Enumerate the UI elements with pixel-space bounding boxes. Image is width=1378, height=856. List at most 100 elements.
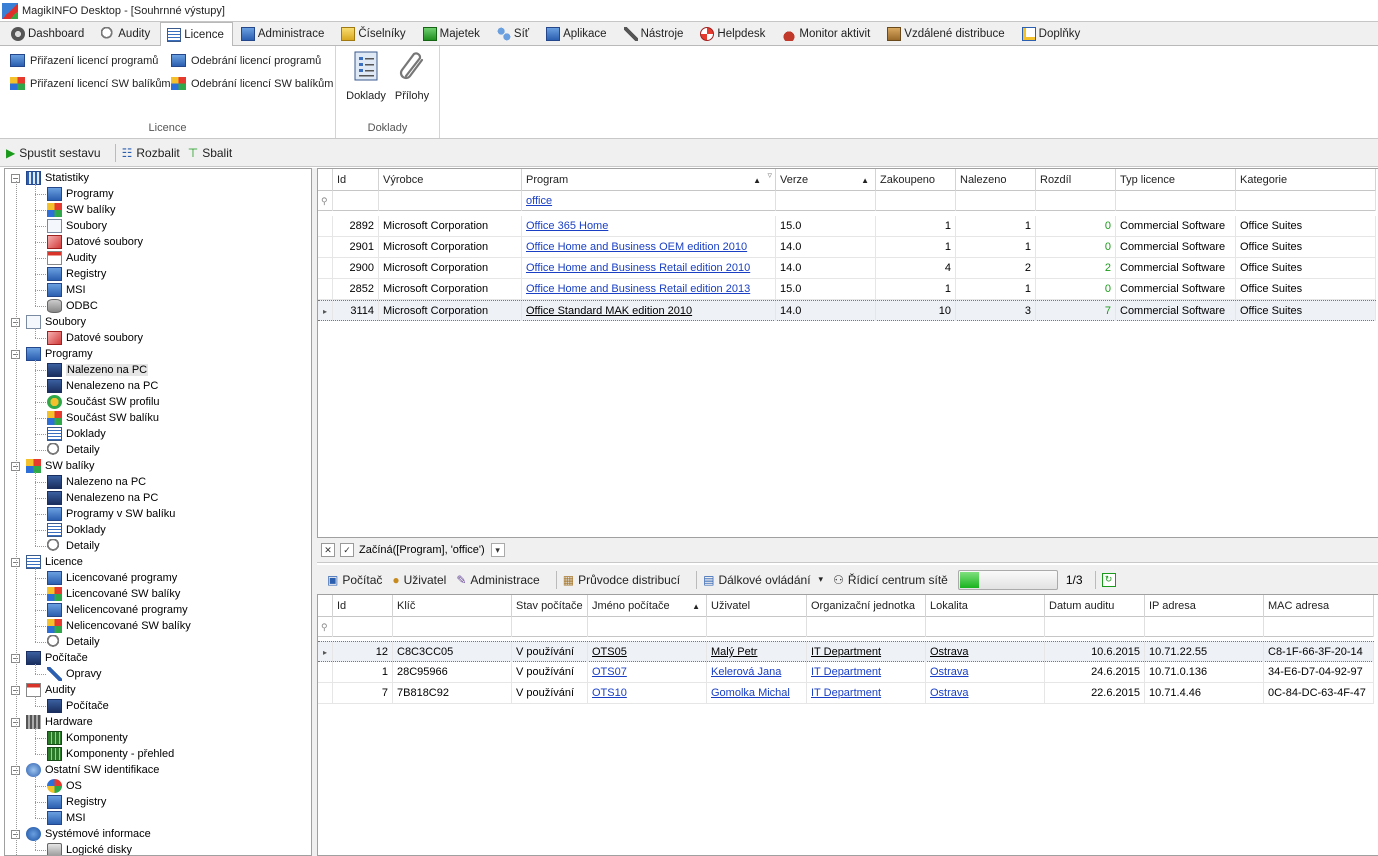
tree-node-sw-baliky[interactable]: SW balíky (47, 202, 116, 218)
run-report-button[interactable]: ▶ Spustit sestavu (6, 146, 101, 160)
filter-cell[interactable]: office (522, 191, 776, 211)
column-header-datum-auditu[interactable]: Datum auditu (1045, 595, 1145, 617)
filter-cell[interactable] (379, 191, 522, 211)
tree-node-komponenty-prehled[interactable]: Komponenty - přehled (47, 746, 174, 762)
filter-cell[interactable] (588, 617, 707, 637)
table-row[interactable]: 2900 Microsoft Corporation Office Home and… (318, 258, 1376, 279)
tree-node-programy[interactable]: Programy (47, 186, 114, 202)
refresh-icon[interactable]: ↻ (1101, 572, 1116, 587)
tree-node-komponenty[interactable]: Komponenty (47, 730, 128, 746)
tree-node-os[interactable]: OS (47, 778, 82, 794)
column-header-verze[interactable]: Verze ▲ (776, 169, 876, 191)
table-row[interactable]: 2852 Microsoft Corporation Office Home and… (318, 279, 1376, 300)
tree-node-soucast-sw-profilu[interactable]: Součást SW profilu (47, 394, 160, 410)
tab-helpdesk[interactable]: Helpdesk (693, 22, 774, 45)
filter-cell[interactable] (926, 617, 1045, 637)
tab-doplnky[interactable]: Doplňky (1015, 22, 1090, 45)
column-header-vyrobce[interactable]: Výrobce (379, 169, 522, 191)
table-row[interactable]: 2901 Microsoft Corporation Office Home and… (318, 237, 1376, 258)
cell-value[interactable]: OTS07 (592, 666, 627, 678)
column-header-stav-pocitace[interactable]: Stav počítače (512, 595, 588, 617)
tree-node-logicke-disky[interactable]: Logické disky (47, 842, 132, 855)
filter-cell[interactable] (1116, 191, 1236, 211)
cell-value[interactable]: IT Department (811, 646, 881, 658)
column-header-id[interactable]: Id (333, 595, 393, 617)
tab-aplikace[interactable]: Aplikace (539, 22, 615, 45)
tree-node-programy[interactable]: − Programy (11, 346, 93, 362)
cell-value[interactable]: Office Standard MAK edition 2010 (526, 305, 692, 317)
cell-value[interactable]: Ostrava (930, 646, 969, 658)
tree-node-pocitace[interactable]: Počítače (47, 698, 109, 714)
filter-cell[interactable] (512, 617, 588, 637)
filter-cell[interactable] (1145, 617, 1264, 637)
cell-value[interactable]: Ostrava (930, 687, 969, 699)
clear-filter-icon[interactable]: ✕ (321, 543, 335, 557)
tree-node-nenalezeno-na-pc[interactable]: Nenalezeno na PC (47, 490, 158, 506)
tree-node-datove-soubory[interactable]: Datové soubory (47, 330, 143, 346)
tab-licence[interactable]: Licence (160, 22, 233, 46)
tree-node-nelicencovane-programy[interactable]: Nelicencované programy (47, 602, 188, 618)
column-header-nalezeno[interactable]: Nalezeno (956, 169, 1036, 191)
tree-node-msi[interactable]: MSI (47, 810, 86, 826)
column-header-mac-adresa[interactable]: MAC adresa (1264, 595, 1374, 617)
filter-cell[interactable] (1045, 617, 1145, 637)
column-header-kategorie[interactable]: Kategorie (1236, 169, 1376, 191)
administration-button[interactable]: ✎ Administrace (456, 573, 539, 587)
table-row[interactable]: 1 28C95966 V používání OTS07 Kelerová Jana IT… (318, 662, 1374, 683)
column-header-id[interactable]: Id (333, 169, 379, 191)
tab-audity[interactable]: Audity (94, 22, 159, 45)
tree-node-programy-v-sw-baliku[interactable]: Programy v SW balíku (47, 506, 175, 522)
tree-node-nalezeno-na-pc[interactable]: Nalezeno na PC (47, 362, 149, 378)
filter-enabled-checkbox[interactable]: ✓ (340, 543, 354, 557)
tab-majetek[interactable]: Majetek (416, 22, 489, 45)
column-header-rozdil[interactable]: Rozdíl (1036, 169, 1116, 191)
tree-node-opravy[interactable]: Opravy (47, 666, 101, 682)
expand-button[interactable]: ☷ Rozbalit (122, 146, 180, 160)
cell-value[interactable]: OTS10 (592, 687, 627, 699)
column-header-uzivatel[interactable]: Uživatel (707, 595, 807, 617)
tree-node-soubory[interactable]: − Soubory (11, 314, 86, 330)
tree-node-hardware[interactable]: − Hardware (11, 714, 93, 730)
tab-nastroje[interactable]: Nástroje (617, 22, 693, 45)
column-header-typ-licence[interactable]: Typ licence (1116, 169, 1236, 191)
table-row[interactable]: 7 7B818C92 V používání OTS10 Gomolka Michal I… (318, 683, 1374, 704)
tree-node-registry[interactable]: Registry (47, 794, 106, 810)
tab-ciselniky[interactable]: Číselníky (334, 22, 414, 45)
filter-cell[interactable] (1264, 617, 1374, 637)
tree-node-systemove-informace[interactable]: − Systémové informace (11, 826, 151, 842)
filter-cell[interactable] (776, 191, 876, 211)
tree-node-ostatni-sw-identifikace[interactable]: − Ostatní SW identifikace (11, 762, 159, 778)
distribution-wizard-button[interactable]: ▦ Průvodce distribucí (563, 573, 680, 587)
table-row[interactable]: 2892 Microsoft Corporation Office 365 Home… (318, 216, 1376, 237)
computer-button[interactable]: ▣ Počítač (327, 573, 382, 587)
collapse-button[interactable]: ⊤ Sbalit (188, 146, 232, 160)
tree-node-licencovane-programy[interactable]: Licencované programy (47, 570, 177, 586)
network-control-center-button[interactable]: ⚇ Řídicí centrum sítě (833, 573, 948, 587)
filter-dropdown-icon[interactable]: ▾ (490, 543, 505, 557)
tab-vzdalene-distribuce[interactable]: Vzdálené distribuce (880, 22, 1013, 45)
tree-node-odbc[interactable]: ODBC (47, 298, 98, 314)
cell-value[interactable]: Malý Petr (711, 646, 757, 658)
remote-control-button[interactable]: ▤ Dálkové ovládání ▾ (703, 573, 823, 587)
cell-value[interactable]: IT Department (811, 666, 881, 678)
tree-node-msi[interactable]: MSI (47, 282, 86, 298)
tree-node-nenalezeno-na-pc[interactable]: Nenalezeno na PC (47, 378, 158, 394)
cell-value[interactable]: Office Home and Business Retail edition … (526, 262, 750, 274)
tree-node-soucast-sw-baliku[interactable]: Součást SW balíku (47, 410, 159, 426)
tree-node-sw-baliky[interactable]: − SW balíky (11, 458, 95, 474)
remove-licence-programs-button[interactable]: Odebrání licencí programů (171, 54, 321, 67)
filter-cell[interactable] (956, 191, 1036, 211)
tree-node-licencovane-sw-baliky[interactable]: Licencované SW balíky (47, 586, 180, 602)
column-header-lokalita[interactable]: Lokalita (926, 595, 1045, 617)
filter-icon[interactable]: ▿ (767, 170, 772, 181)
column-header-jmeno-pocitace[interactable]: Jméno počítače ▲ (588, 595, 707, 617)
tree-node-datove-soubory[interactable]: Datové soubory (47, 234, 143, 250)
assign-licence-programs-button[interactable]: Přiřazení licencí programů (10, 54, 158, 67)
cell-value[interactable]: Ostrava (930, 666, 969, 678)
filter-cell[interactable] (1036, 191, 1116, 211)
column-header-organizacni-jednotka[interactable]: Organizační jednotka (807, 595, 926, 617)
tree-node-audity[interactable]: Audity (47, 250, 97, 266)
tree-node-nelicencovane-sw-baliky[interactable]: Nelicencované SW balíky (47, 618, 191, 634)
cell-value[interactable]: Office Home and Business Retail edition … (526, 283, 750, 295)
user-button[interactable]: ● Uživatel (392, 573, 446, 587)
